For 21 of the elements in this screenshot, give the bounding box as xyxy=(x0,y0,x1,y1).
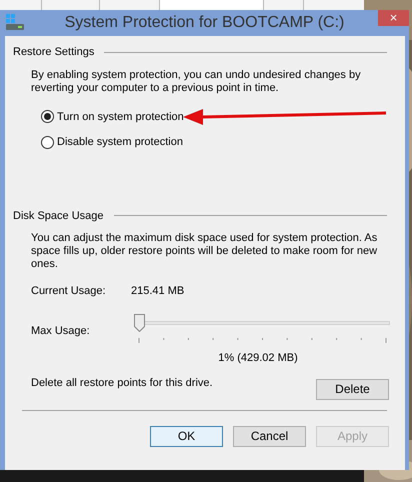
dialog-button[interactable]: Cancel xyxy=(233,426,306,446)
max-usage-label: Max Usage: xyxy=(31,324,91,338)
delete-button[interactable]: Delete xyxy=(316,378,389,400)
description-text: You can adjust the maximum disk space used for system protection. As space fills up, older restore points will be deleted to make room for new ones. xyxy=(31,232,378,271)
radio-option[interactable]: Turn on system protection xyxy=(41,108,397,125)
radio-button[interactable] xyxy=(41,110,54,124)
current-usage-value: 215.41 MB xyxy=(131,284,184,299)
window-title: System Protection for BOOTCAMP (C:) xyxy=(64,13,344,33)
radio-button[interactable] xyxy=(41,136,54,149)
radio-option[interactable]: Disable system protection xyxy=(41,134,397,150)
current-usage-label: Current Usage: xyxy=(31,284,107,299)
drive-icon xyxy=(5,13,25,31)
group-heading: Restore Settings xyxy=(13,45,94,60)
max-usage-reading: 1% (429.02 MB) xyxy=(218,352,298,364)
delete-description: Delete all restore points for this drive. xyxy=(31,376,213,390)
slider[interactable] xyxy=(135,314,390,332)
close-button[interactable]: × xyxy=(378,10,409,26)
group-heading: Disk Space Usage xyxy=(13,208,104,224)
description-text: By enabling system protection, you can undo undesired changes by reverting your computer to a previous point in time. xyxy=(31,68,362,94)
slider-thumb[interactable] xyxy=(134,314,145,332)
dialog-button[interactable]: OK xyxy=(150,426,223,446)
